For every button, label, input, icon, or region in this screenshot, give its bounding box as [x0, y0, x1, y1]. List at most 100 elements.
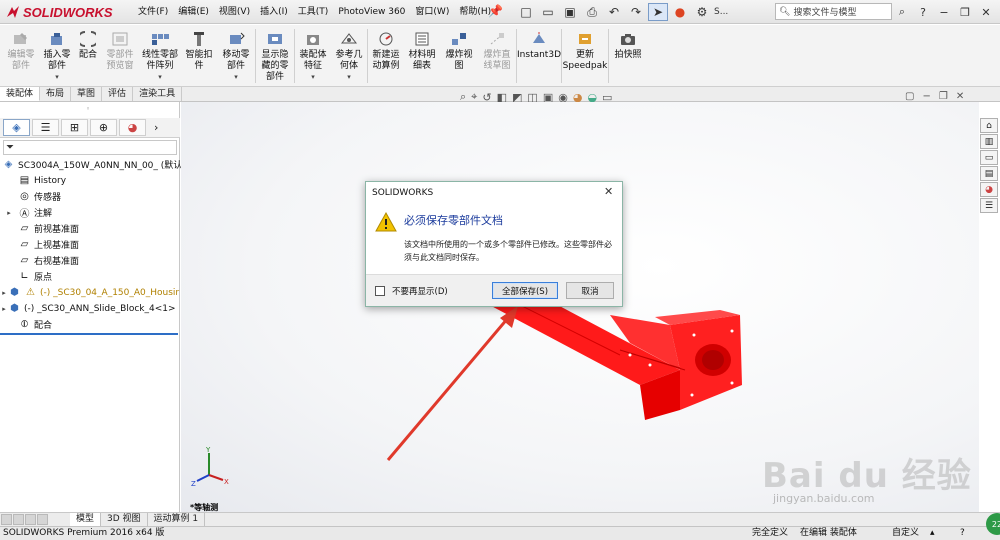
- ribbon-bom[interactable]: 材料明 细表: [405, 25, 439, 87]
- nav-first-icon[interactable]: [1, 514, 12, 525]
- cancel-button[interactable]: 取消: [566, 282, 614, 299]
- ribbon-instant3d[interactable]: Instant3D: [517, 25, 561, 87]
- ribbon-move-component[interactable]: 移动零 部件 ▾: [218, 25, 254, 87]
- menu-insert[interactable]: 插入(I): [255, 1, 293, 23]
- tree-item-right-plane[interactable]: ▱ 右视基准面: [8, 253, 79, 268]
- expand-icon[interactable]: ▸: [0, 209, 18, 217]
- menu-tools[interactable]: 工具(T): [293, 1, 334, 23]
- tree-item-slide-block[interactable]: ▸ ⬢ (-) _SC30_ANN_Slide_Block_4<1>: [0, 301, 175, 316]
- ribbon-insert-component[interactable]: 插入零 部件 ▾: [40, 25, 74, 87]
- ribbon-edit-component[interactable]: 编辑零 部件: [4, 25, 38, 87]
- expand-icon[interactable]: ▸: [0, 289, 8, 297]
- close-icon[interactable]: ✕: [977, 3, 995, 21]
- appearances-icon[interactable]: ◕: [980, 182, 998, 197]
- menu-file[interactable]: 文件(F): [133, 1, 173, 23]
- feature-manager-panel: ◦ ◈ ☰ ⊞ ⊕ ◕ › ⏷ ◈ SC3004A_150W_A0NN_NN_0…: [0, 102, 190, 512]
- tree-item-origin[interactable]: ∟ 原点: [8, 269, 52, 284]
- menu-view[interactable]: 视图(V): [214, 1, 255, 23]
- ribbon-snapshot[interactable]: 拍快照: [610, 25, 646, 87]
- rebuild-icon[interactable]: ●: [670, 3, 690, 21]
- options-gear-icon[interactable]: ⚙: [692, 3, 712, 21]
- ribbon-show-hidden[interactable]: 显示隐 藏的零 部件: [257, 25, 293, 87]
- panel-handle-icon[interactable]: ◦: [86, 105, 90, 113]
- menu-photoview[interactable]: PhotoView 360: [333, 1, 410, 23]
- ribbon-speedpak[interactable]: 更新 Speedpak: [563, 25, 607, 87]
- search-input[interactable]: 搜索文件与模型: [793, 5, 856, 18]
- dropdown-arrow-icon[interactable]: ▾: [311, 72, 315, 83]
- tab-motion-study[interactable]: 运动算例 1: [148, 513, 206, 526]
- ribbon-new-motion-study[interactable]: 新建运 动算例: [369, 25, 403, 87]
- view-palette-icon[interactable]: ▤: [980, 166, 998, 181]
- open-document-icon[interactable]: ▭: [538, 3, 558, 21]
- solidworks-resources-icon[interactable]: ⌂: [980, 118, 998, 133]
- tab-3d-views[interactable]: 3D 视图: [101, 513, 148, 526]
- search-magnifier-icon[interactable]: ⌕: [893, 3, 911, 21]
- ribbon-linear-pattern[interactable]: 线性零部 件阵列 ▾: [140, 25, 180, 87]
- display-manager-tab-icon[interactable]: ◕: [119, 119, 146, 136]
- tree-item-top-plane[interactable]: ▱ 上视基准面: [8, 237, 79, 252]
- new-document-icon[interactable]: □: [516, 3, 536, 21]
- save-icon[interactable]: ▣: [560, 3, 580, 21]
- dont-show-again-label[interactable]: 不要再显示(D): [392, 285, 448, 297]
- nav-last-icon[interactable]: [37, 514, 48, 525]
- design-library-icon[interactable]: ▥: [980, 134, 998, 149]
- tab-model[interactable]: 模型: [70, 513, 102, 526]
- restore-icon[interactable]: ❐: [956, 3, 974, 21]
- units-dropdown-icon[interactable]: ▴: [930, 527, 935, 540]
- help-status-icon[interactable]: ?: [960, 527, 965, 540]
- ribbon-assembly-features[interactable]: 装配体 特征 ▾: [296, 25, 330, 87]
- ribbon-smart-fasteners[interactable]: 智能扣 件: [182, 25, 216, 87]
- tab-render-tools[interactable]: 渲染工具: [133, 87, 183, 101]
- ribbon-reference-geometry[interactable]: 参考几 何体 ▾: [332, 25, 366, 87]
- select-arrow-icon[interactable]: ➤: [648, 3, 668, 21]
- minimize-icon[interactable]: −: [935, 3, 953, 21]
- nav-next-icon[interactable]: [25, 514, 36, 525]
- tree-item-sensors[interactable]: ◎ 传感器: [8, 189, 61, 204]
- ribbon-mate[interactable]: 配合: [76, 25, 100, 87]
- dimxpert-tab-icon[interactable]: ⊕: [90, 119, 117, 136]
- menu-window[interactable]: 窗口(W): [410, 1, 454, 23]
- status-custom[interactable]: 自定义: [892, 527, 919, 540]
- undo-icon[interactable]: ↶: [604, 3, 624, 21]
- help-icon[interactable]: ?: [914, 3, 932, 21]
- brand-name: SOLIDWORKS: [23, 4, 113, 20]
- expand-icon[interactable]: ▸: [0, 305, 8, 313]
- menu-edit[interactable]: 编辑(E): [173, 1, 214, 23]
- property-manager-tab-icon[interactable]: ☰: [32, 119, 59, 136]
- tab-evaluate[interactable]: 评估: [102, 87, 134, 101]
- redo-icon[interactable]: ↷: [626, 3, 646, 21]
- dropdown-arrow-icon[interactable]: ▾: [55, 72, 59, 83]
- tree-root[interactable]: ◈ SC3004A_150W_A0NN_NN_00_ (默认<: [2, 157, 190, 172]
- save-all-button[interactable]: 全部保存(S): [492, 282, 558, 299]
- search-box[interactable]: 🔍︎ 搜索文件与模型: [775, 3, 892, 20]
- rollback-bar[interactable]: [0, 333, 178, 335]
- ribbon-component-preview[interactable]: 零部件 预览窗: [102, 25, 138, 87]
- dropdown-arrow-icon[interactable]: ▾: [347, 72, 351, 83]
- tree-item-housing[interactable]: ▸ ⬢ ⚠ (-) _SC30_04_A_150_A0_Housir: [0, 285, 179, 300]
- dropdown-arrow-icon[interactable]: ▾: [158, 72, 162, 83]
- tree-item-mates[interactable]: ⦶ 配合: [8, 317, 52, 332]
- ribbon-explode-line-sketch[interactable]: 爆炸直 线草图: [479, 25, 515, 87]
- solidworks-logo[interactable]: SOLIDWORKS: [6, 3, 113, 21]
- mate-icon: [77, 29, 99, 49]
- tab-sketch[interactable]: 草图: [71, 87, 103, 101]
- feature-manager-tab-icon[interactable]: ◈: [3, 119, 30, 136]
- tab-layout[interactable]: 布局: [40, 87, 72, 101]
- nav-prev-icon[interactable]: [13, 514, 24, 525]
- dialog-close-icon[interactable]: ✕: [604, 185, 613, 198]
- dropdown-arrow-icon[interactable]: ▾: [234, 72, 238, 83]
- tab-assembly[interactable]: 装配体: [0, 87, 41, 101]
- tree-filter[interactable]: ⏷: [3, 140, 177, 155]
- ribbon-exploded-view[interactable]: 爆炸视 图: [441, 25, 477, 87]
- tree-item-annotations[interactable]: ▸ Ⓐ 注解: [0, 205, 52, 221]
- configuration-manager-tab-icon[interactable]: ⊞: [61, 119, 88, 136]
- file-explorer-icon[interactable]: ▭: [980, 150, 998, 165]
- tree-item-front-plane[interactable]: ▱ 前视基准面: [8, 221, 79, 236]
- panel-scroll-right-icon[interactable]: ›: [154, 121, 158, 134]
- custom-properties-icon[interactable]: ☰: [980, 198, 998, 213]
- dont-show-again-checkbox[interactable]: [375, 286, 385, 296]
- task-pane-tabs: ⌂ ▥ ▭ ▤ ◕ ☰: [980, 118, 1000, 214]
- tree-item-history[interactable]: ▤ History: [8, 173, 66, 188]
- pin-menu-icon[interactable]: 📌: [488, 4, 503, 18]
- print-icon[interactable]: ⎙: [582, 3, 602, 21]
